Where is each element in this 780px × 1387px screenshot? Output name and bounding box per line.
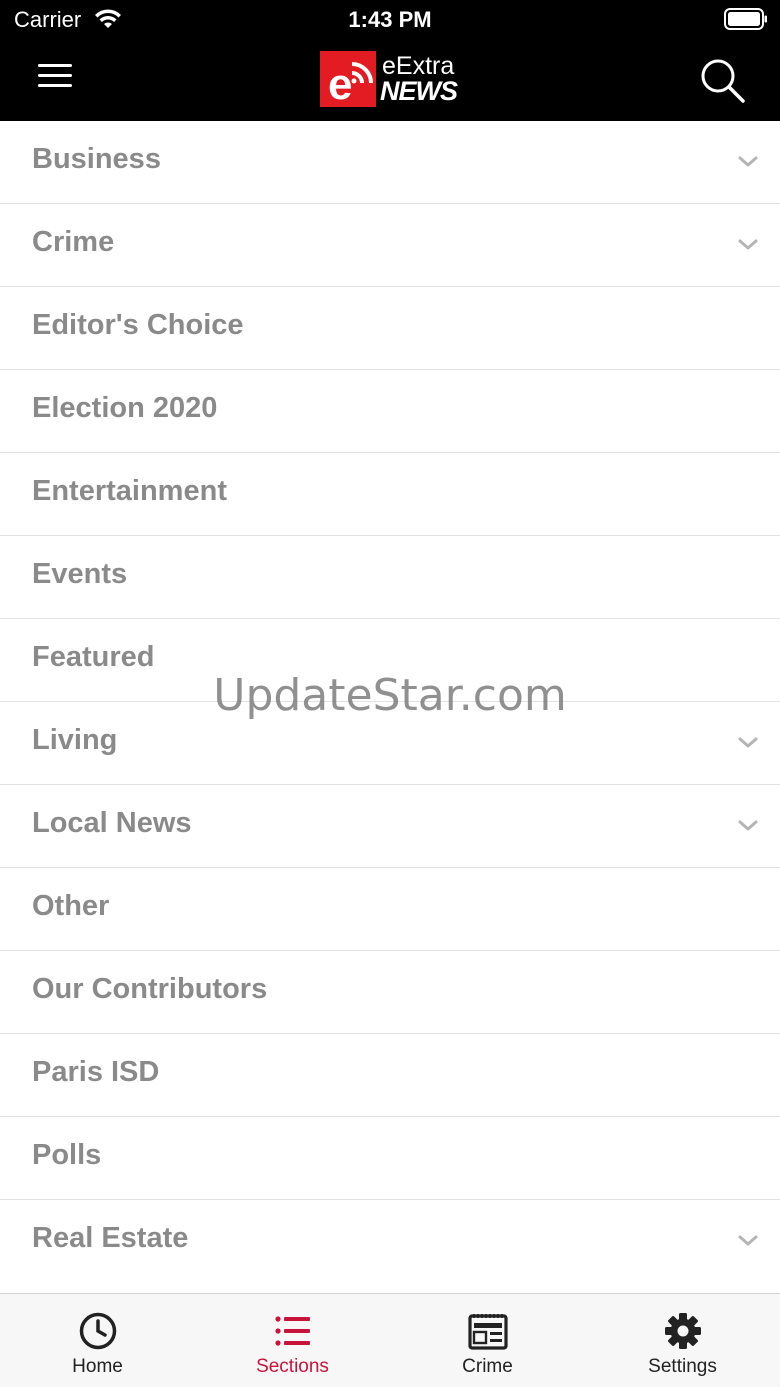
- tab-settings-label: Settings: [648, 1356, 717, 1377]
- tab-bar: Home Sections Crime Settings: [0, 1293, 780, 1387]
- tab-sections[interactable]: Sections: [195, 1294, 390, 1387]
- section-row[interactable]: Local News: [0, 785, 780, 868]
- battery-icon: [724, 8, 767, 30]
- section-label: Crime: [32, 226, 115, 258]
- logo-badge: e: [320, 51, 376, 109]
- tab-home[interactable]: Home: [0, 1294, 195, 1387]
- list-icon: [275, 1316, 310, 1346]
- section-label: Editor's Choice: [32, 309, 244, 341]
- section-label: Entertainment: [32, 475, 227, 507]
- section-row[interactable]: Editor's Choice: [0, 287, 780, 370]
- rss-e-icon: e: [328, 60, 373, 109]
- chevron-down-icon[interactable]: [737, 154, 759, 170]
- newspaper-icon: [468, 1314, 508, 1350]
- section-label: Paris ISD: [32, 1056, 160, 1088]
- section-row[interactable]: Featured: [0, 619, 780, 702]
- section-label: Local News: [32, 807, 192, 839]
- search-icon[interactable]: [698, 56, 746, 104]
- section-label: Business: [32, 143, 161, 175]
- section-label: Polls: [32, 1139, 102, 1171]
- status-time: 1:43 PM: [348, 7, 432, 32]
- tab-crime-label: Crime: [462, 1356, 513, 1377]
- chevron-down-icon[interactable]: [737, 818, 759, 834]
- status-bar: Carrier 1:43 PM: [0, 0, 780, 40]
- section-row[interactable]: Our Contributors: [0, 951, 780, 1034]
- section-row[interactable]: Other: [0, 868, 780, 951]
- sections-list: Business Crime Editor's Choice Election 202…: [0, 121, 780, 1281]
- section-row[interactable]: Events: [0, 536, 780, 619]
- chevron-down-icon[interactable]: [737, 1233, 759, 1249]
- svg-text:e: e: [328, 60, 352, 107]
- tab-sections-label: Sections: [256, 1356, 329, 1377]
- app-logo: e eExtra NEWS: [320, 51, 465, 109]
- section-row[interactable]: Business: [0, 121, 780, 204]
- section-label: Election 2020: [32, 392, 218, 424]
- chevron-down-icon[interactable]: [737, 237, 759, 253]
- section-row[interactable]: Crime: [0, 204, 780, 287]
- chevron-down-icon[interactable]: [737, 735, 759, 751]
- section-row[interactable]: Election 2020: [0, 370, 780, 453]
- section-label: Other: [32, 890, 110, 922]
- section-row[interactable]: Polls: [0, 1117, 780, 1200]
- hamburger-menu-icon[interactable]: [38, 64, 78, 96]
- section-label: Featured: [32, 641, 155, 673]
- clock-icon: [79, 1312, 117, 1350]
- section-label: Events: [32, 558, 128, 590]
- tab-crime[interactable]: Crime: [390, 1294, 585, 1387]
- section-row[interactable]: Real Estate: [0, 1200, 780, 1281]
- logo-text-news: NEWS: [380, 76, 458, 106]
- section-label: Real Estate: [32, 1222, 189, 1254]
- tab-home-label: Home: [72, 1356, 123, 1377]
- section-label: Our Contributors: [32, 973, 268, 1005]
- section-row[interactable]: Entertainment: [0, 453, 780, 536]
- tab-settings[interactable]: Settings: [585, 1294, 780, 1387]
- nav-bar: e eExtra NEWS: [0, 40, 780, 121]
- section-row[interactable]: Living: [0, 702, 780, 785]
- section-label: Living: [32, 724, 118, 756]
- gear-icon: [665, 1313, 701, 1349]
- section-row[interactable]: Paris ISD: [0, 1034, 780, 1117]
